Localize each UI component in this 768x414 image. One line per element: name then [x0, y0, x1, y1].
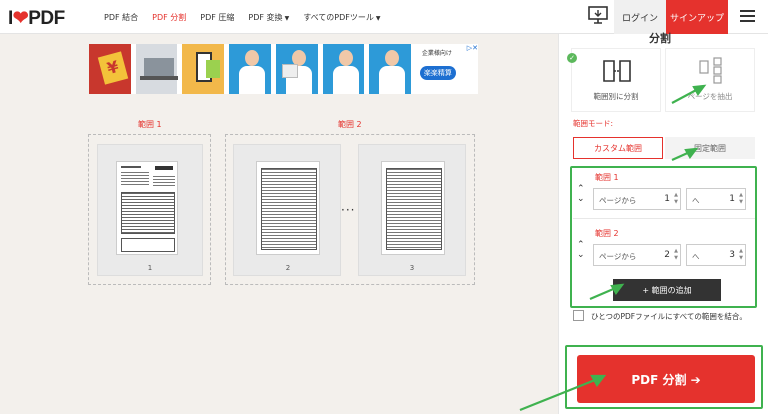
annotation-arrows: [519, 84, 707, 412]
